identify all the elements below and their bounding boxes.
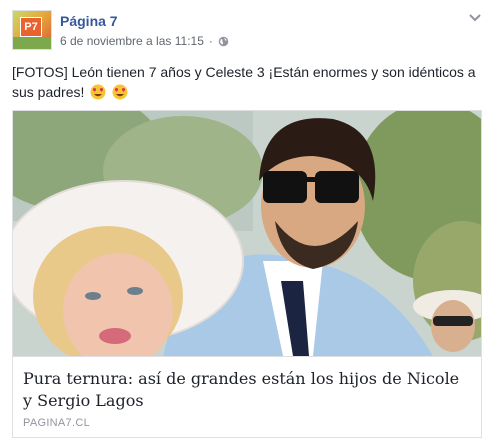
- avatar-logo: P7: [20, 17, 42, 37]
- link-preview-body[interactable]: Pura ternura: así de grandes están los h…: [13, 356, 481, 437]
- link-preview-image[interactable]: [13, 111, 481, 356]
- photo-couple-illustration: [13, 111, 481, 356]
- link-preview-title[interactable]: Pura ternura: así de grandes están los h…: [23, 368, 473, 412]
- post-message-text: [FOTOS] León tienen 7 años y Celeste 3 ¡…: [12, 64, 476, 100]
- heart-eyes-emoji-icon: [90, 84, 106, 100]
- link-preview-domain: PAGINA7.CL: [23, 417, 90, 429]
- avatar-stripe: [13, 37, 51, 49]
- globe-icon[interactable]: [218, 36, 229, 47]
- page-avatar[interactable]: P7: [12, 10, 52, 50]
- post-timestamp[interactable]: 6 de noviembre a las 11:15: [60, 34, 204, 48]
- link-preview-card[interactable]: Pura ternura: así de grandes están los h…: [12, 110, 482, 438]
- facebook-post: P7 Página 7 6 de noviembre a las 11:15 ·…: [0, 0, 494, 445]
- meta-separator: ·: [208, 34, 213, 48]
- post-message: [FOTOS] León tienen 7 años y Celeste 3 ¡…: [12, 62, 482, 102]
- post-meta: 6 de noviembre a las 11:15 ·: [60, 34, 229, 48]
- chevron-down-icon[interactable]: [468, 12, 482, 22]
- heart-eyes-emoji-icon: [112, 84, 128, 100]
- page-name-link[interactable]: Página 7: [60, 12, 118, 30]
